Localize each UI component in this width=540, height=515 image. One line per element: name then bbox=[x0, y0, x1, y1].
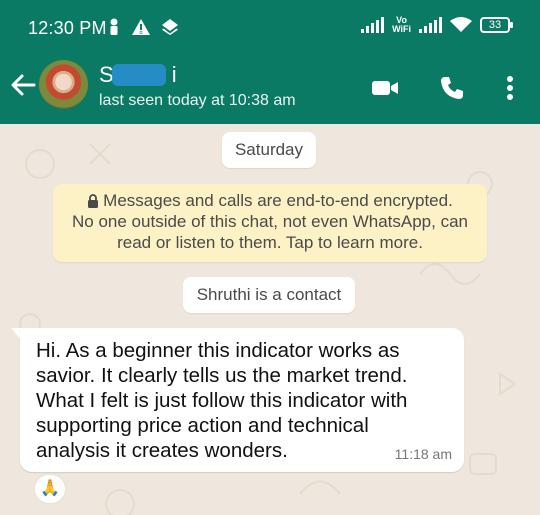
wifi-icon bbox=[450, 17, 472, 32]
back-arrow-icon[interactable] bbox=[8, 70, 38, 100]
video-call-icon[interactable] bbox=[371, 74, 399, 102]
app-bar: Si last seen today at 10:38 am bbox=[0, 56, 540, 124]
name-redaction-scribble bbox=[112, 64, 166, 86]
avatar[interactable] bbox=[39, 60, 88, 109]
message-text: Hi. As a beginner this indicator works a… bbox=[36, 339, 408, 462]
encryption-notice[interactable]: Messages and calls are end-to-end encryp… bbox=[53, 184, 487, 262]
voice-call-icon[interactable] bbox=[438, 74, 466, 102]
signal-2-icon bbox=[419, 17, 442, 33]
last-seen-status: last seen today at 10:38 am bbox=[99, 92, 296, 109]
vowifi-label: Vo WiFi bbox=[392, 15, 411, 34]
contact-info-chip: Shruthi is a contact bbox=[183, 277, 355, 313]
battery-icon: 33 bbox=[480, 17, 513, 33]
more-vert-icon[interactable] bbox=[496, 74, 524, 102]
signal-icon bbox=[361, 17, 385, 33]
status-left-icons bbox=[108, 18, 178, 36]
chat-header: 12:30 PM Vo WiFi 33 S i last seen today … bbox=[0, 0, 540, 124]
status-time: 12:30 PM bbox=[28, 18, 107, 38]
layers-icon bbox=[162, 19, 178, 35]
warning-icon bbox=[132, 19, 150, 35]
notification-person-icon bbox=[110, 18, 118, 35]
incoming-message-bubble[interactable]: Hi. As a beginner this indicator works a… bbox=[20, 328, 464, 472]
lock-icon bbox=[88, 194, 99, 208]
status-bar: 12:30 PM Vo WiFi 33 bbox=[0, 0, 540, 56]
chat-area[interactable]: Saturday Messages and calls are end-to-e… bbox=[0, 124, 540, 515]
date-chip: Saturday bbox=[222, 132, 316, 168]
message-timestamp: 11:18 am bbox=[394, 446, 452, 462]
message-reaction[interactable]: 🙏 bbox=[34, 474, 66, 504]
status-right-icons: Vo WiFi 33 bbox=[361, 15, 513, 34]
